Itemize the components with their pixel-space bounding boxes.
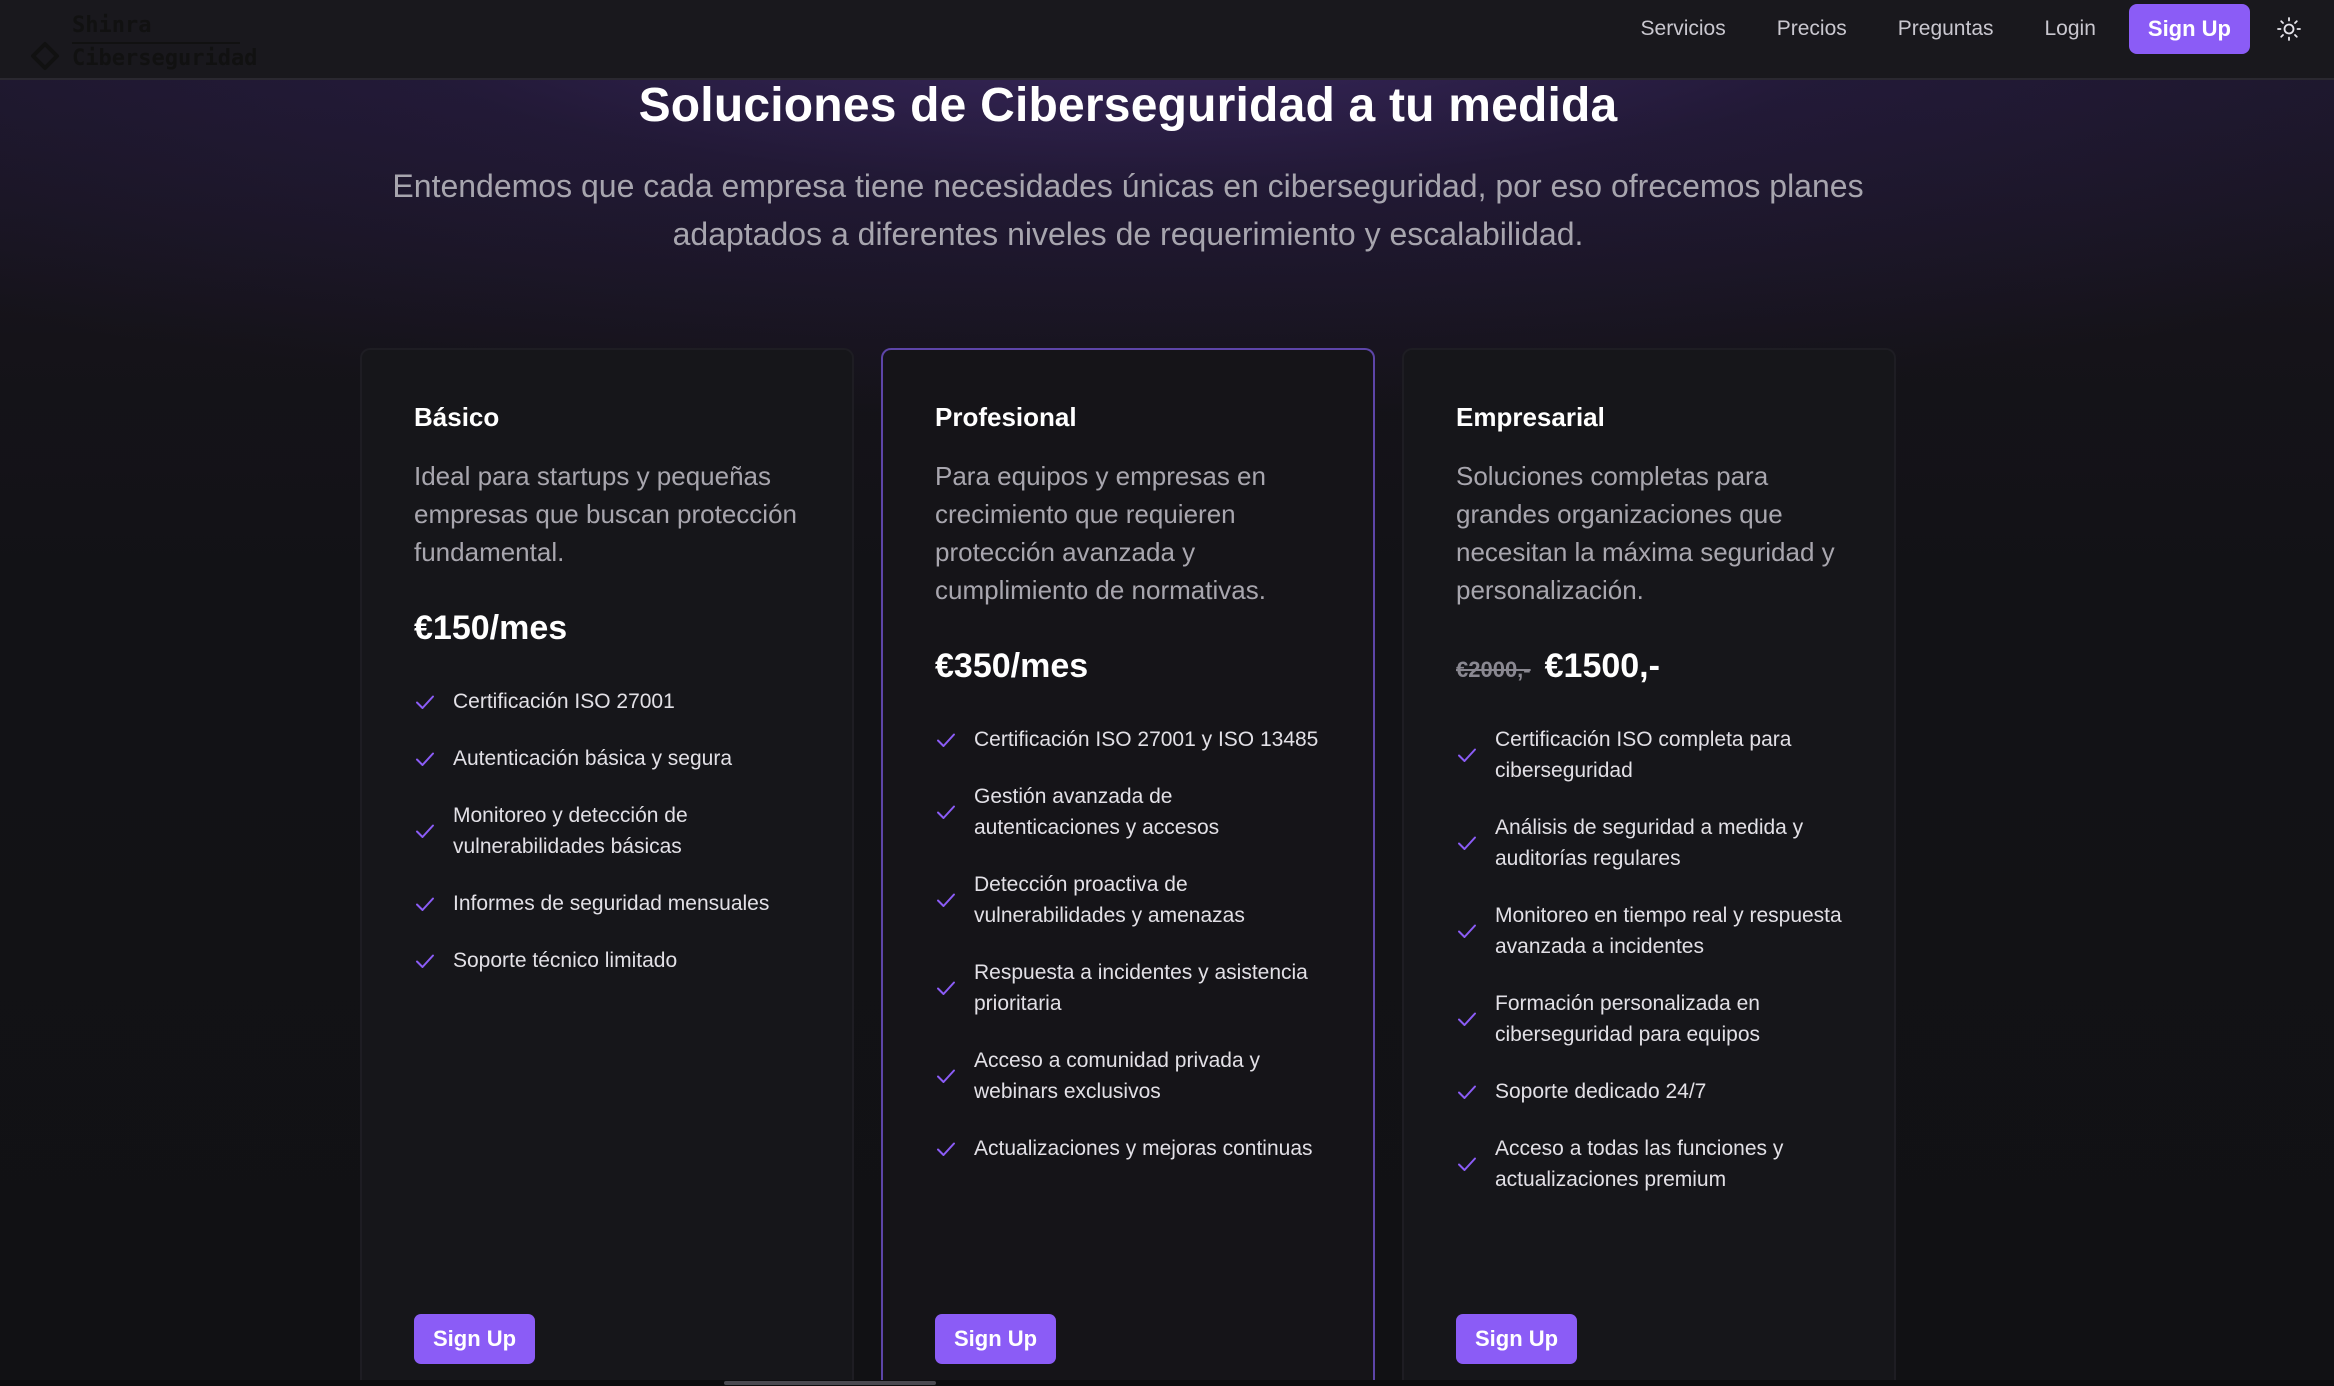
brand-name-line2: Ciberseguridad	[72, 45, 258, 71]
check-icon	[935, 889, 957, 911]
feature-text: Formación personalizada en cibersegurida…	[1495, 992, 1761, 1046]
brand-name-line1: Shinra	[72, 11, 240, 44]
plan-description: Para equipos y empresas en crecimiento q…	[935, 461, 1266, 605]
feature-item: Actualizaciones y mejoras continuas	[935, 1133, 1323, 1164]
plan-features: Certificación ISO 27001 y ISO 13485 Gest…	[935, 724, 1323, 1164]
feature-text: Soporte dedicado 24/7	[1495, 1080, 1707, 1103]
check-icon	[1456, 1008, 1478, 1030]
feature-item: Certificación ISO 27001 y ISO 13485	[935, 724, 1323, 755]
check-icon	[414, 748, 436, 770]
feature-text: Actualizaciones y mejoras continuas	[974, 1137, 1313, 1160]
nav-menu: Servicios Precios Preguntas Login Sign U…	[1641, 0, 2334, 58]
feature-text: Detección proactiva de vulnerabilidades …	[974, 873, 1245, 927]
nav-link-login[interactable]: Login	[2045, 17, 2096, 41]
plan-card-empresarial: Empresarial Soluciones completas para gr…	[1402, 348, 1896, 1386]
feature-item: Detección proactiva de vulnerabilidades …	[935, 869, 1323, 931]
feature-text: Soporte técnico limitado	[453, 949, 678, 972]
feature-item: Informes de seguridad mensuales	[414, 888, 802, 919]
diamond-logo-icon	[30, 41, 60, 71]
pricing-cards: Básico Ideal para startups y pequeñas em…	[360, 348, 1896, 1386]
check-icon	[935, 1065, 957, 1087]
plan-title: Profesional	[935, 402, 1077, 432]
plan-title: Empresarial	[1456, 402, 1605, 432]
feature-text: Certificación ISO 27001 y ISO 13485	[974, 728, 1319, 751]
plan-description: Ideal para startups y pequeñas empresas …	[414, 461, 798, 567]
check-icon	[1456, 920, 1478, 942]
feature-item: Respuesta a incidentes y asistencia prio…	[935, 957, 1323, 1019]
horizontal-scrollbar[interactable]	[0, 1380, 2334, 1386]
check-icon	[1456, 744, 1478, 766]
page-title: Soluciones de Ciberseguridad a tu medida	[638, 79, 1618, 132]
check-icon	[414, 691, 436, 713]
feature-item: Soporte dedicado 24/7	[1456, 1076, 1844, 1107]
feature-text: Certificación ISO completa para ciberseg…	[1495, 728, 1792, 782]
feature-text: Informes de seguridad mensuales	[453, 892, 770, 915]
plan-title: Básico	[414, 402, 500, 432]
feature-item: Acceso a todas las funciones y actualiza…	[1456, 1133, 1844, 1195]
check-icon	[935, 977, 957, 999]
feature-item: Certificación ISO 27001	[414, 686, 802, 717]
plan-price-current: €150/mes	[414, 609, 568, 647]
plan-price-old: €2000,-	[1456, 657, 1531, 682]
feature-text: Acceso a todas las funciones y actualiza…	[1495, 1137, 1784, 1191]
nav-link-preguntas[interactable]: Preguntas	[1898, 17, 1994, 41]
brand-name: Shinra Ciberseguridad	[72, 11, 257, 74]
feature-text: Acceso a comunidad privada y webinars ex…	[974, 1049, 1260, 1103]
plan-price: €150/mes	[414, 609, 802, 651]
nav-signup-button[interactable]: Sign Up	[2128, 4, 2250, 54]
feature-item: Análisis de seguridad a medida y auditor…	[1456, 812, 1844, 874]
feature-text: Monitoreo y detección de vulnerabilidade…	[453, 804, 688, 858]
plan-features: Certificación ISO completa para ciberseg…	[1456, 724, 1844, 1195]
plan-price: €2000,- €1500,-	[1456, 647, 1844, 689]
check-icon	[1456, 1153, 1478, 1175]
feature-item: Certificación ISO completa para ciberseg…	[1456, 724, 1844, 786]
plan-card-profesional: Profesional Para equipos y empresas en c…	[881, 348, 1375, 1386]
plan-price-current: €350/mes	[935, 647, 1089, 685]
check-icon	[1456, 832, 1478, 854]
feature-text: Autenticación básica y segura	[453, 747, 732, 770]
basico-signup-button[interactable]: Sign Up	[414, 1314, 536, 1364]
plan-features: Certificación ISO 27001 Autenticación bá…	[414, 686, 802, 976]
sun-icon[interactable]	[2276, 16, 2302, 42]
check-icon	[414, 893, 436, 915]
check-icon	[414, 820, 436, 842]
profesional-signup-button[interactable]: Sign Up	[935, 1314, 1057, 1364]
check-icon	[935, 1138, 957, 1160]
check-icon	[935, 801, 957, 823]
navbar: Shinra Ciberseguridad Servicios Precios …	[0, 0, 2334, 80]
feature-item: Soporte técnico limitado	[414, 945, 802, 976]
feature-text: Gestión avanzada de autenticaciones y ac…	[974, 785, 1220, 839]
feature-text: Análisis de seguridad a medida y auditor…	[1495, 816, 1804, 870]
brand-logo[interactable]: Shinra Ciberseguridad	[30, 13, 257, 80]
check-icon	[414, 950, 436, 972]
feature-item: Monitoreo en tiempo real y respuesta ava…	[1456, 900, 1844, 962]
scrollbar-thumb[interactable]	[724, 1381, 936, 1385]
feature-text: Respuesta a incidentes y asistencia prio…	[974, 961, 1308, 1015]
nav-link-precios[interactable]: Precios	[1777, 17, 1847, 41]
feature-item: Gestión avanzada de autenticaciones y ac…	[935, 781, 1323, 843]
page-subtitle: Entendemos que cada empresa tiene necesi…	[392, 168, 1864, 252]
feature-item: Acceso a comunidad privada y webinars ex…	[935, 1045, 1323, 1107]
plan-description: Soluciones completas para grandes organi…	[1456, 461, 1835, 605]
plan-price: €350/mes	[935, 647, 1323, 689]
feature-text: Monitoreo en tiempo real y respuesta ava…	[1495, 904, 1842, 958]
empresarial-signup-button[interactable]: Sign Up	[1456, 1314, 1578, 1364]
plan-price-current: €1500,-	[1544, 647, 1660, 685]
feature-item: Monitoreo y detección de vulnerabilidade…	[414, 800, 802, 862]
pricing-page: Shinra Ciberseguridad Servicios Precios …	[0, 0, 2334, 1386]
feature-item: Formación personalizada en cibersegurida…	[1456, 988, 1844, 1050]
check-icon	[1456, 1081, 1478, 1103]
plan-card-basico: Básico Ideal para startups y pequeñas em…	[360, 348, 854, 1386]
check-icon	[935, 729, 957, 751]
feature-item: Autenticación básica y segura	[414, 743, 802, 774]
nav-link-servicios[interactable]: Servicios	[1641, 17, 1726, 41]
feature-text: Certificación ISO 27001	[453, 690, 675, 713]
